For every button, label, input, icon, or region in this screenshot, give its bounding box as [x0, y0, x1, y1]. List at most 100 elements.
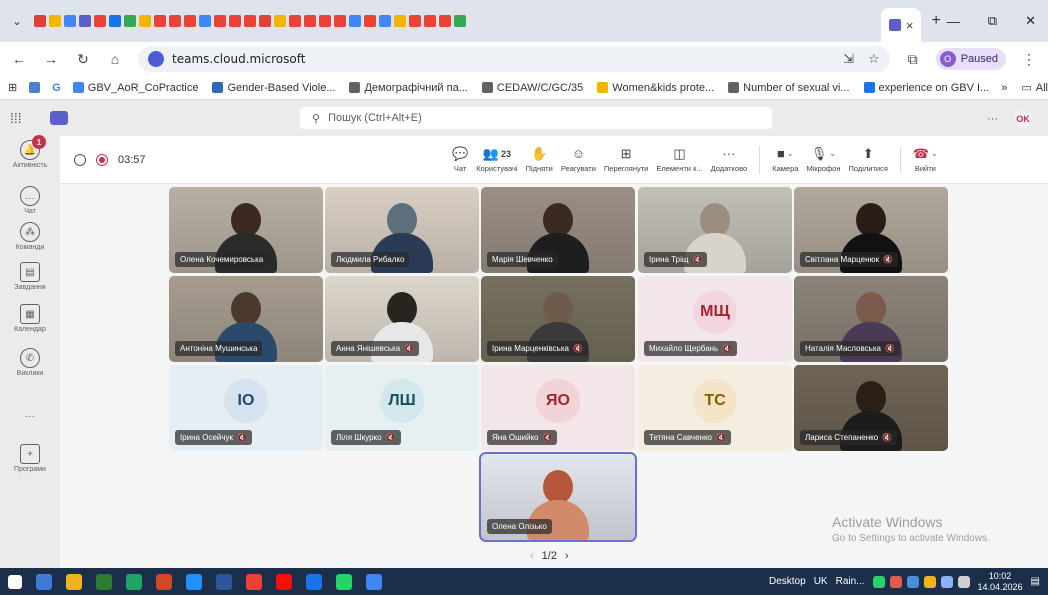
pinned-tab-icon[interactable] — [289, 15, 301, 27]
next-page-icon[interactable]: › — [565, 550, 569, 562]
bookmark-item[interactable]: Gender-Based Viole... — [212, 82, 335, 94]
tab-search-button[interactable]: ⌄ — [6, 10, 28, 32]
tray-app-icon[interactable] — [923, 575, 936, 588]
rail-item[interactable]: ··· — [0, 406, 60, 426]
pinned-tab-icon[interactable] — [424, 15, 436, 27]
participant-tile[interactable]: Світлана Марценюк 🔇 — [794, 187, 948, 273]
back-arrow-icon[interactable]: ← — [10, 51, 28, 67]
bookmark-item[interactable]: Women&kids prote... — [597, 82, 714, 94]
taskbar-app-icon[interactable] — [366, 573, 382, 590]
bookmark-item[interactable]: CEDAW/C/GC/35 — [481, 82, 583, 94]
camera-button[interactable]: ■ ⌄ Камера — [768, 140, 802, 180]
leave-button[interactable]: ☎ ⌄ Вийти — [909, 140, 942, 180]
whatsapp-tray-icon[interactable] — [872, 575, 885, 588]
pinned-tab-icon[interactable] — [304, 15, 316, 27]
bookmark-item[interactable]: experience on GBV I... — [863, 82, 989, 94]
pinned-tab-icon[interactable] — [139, 15, 151, 27]
rail-item[interactable]: … Чат — [0, 186, 60, 215]
participant-tile[interactable]: Марія Шевченко — [481, 187, 635, 273]
active-tab[interactable]: × — [880, 8, 922, 42]
taskbar-app-icon[interactable] — [126, 573, 142, 590]
desktop-toolbar[interactable]: Desktop — [769, 576, 806, 587]
taskbar-app-icon[interactable] — [246, 573, 262, 590]
react-button[interactable]: ☺ Реагувати — [557, 140, 600, 180]
participant-tile[interactable]: Антоніна Мушинська — [169, 276, 323, 362]
participant-tile[interactable]: Людмила Рибалко — [325, 187, 479, 273]
pinned-tab-icon[interactable] — [379, 15, 391, 27]
notifications-icon[interactable]: ▤ — [1031, 576, 1040, 587]
network-icon[interactable] — [940, 575, 953, 588]
taskbar-app-icon[interactable] — [186, 573, 202, 590]
browser-menu-icon[interactable]: ⋮ — [1020, 51, 1038, 68]
pinned-tab-icon[interactable] — [169, 15, 181, 27]
participant-tile[interactable]: Олена Олізько — [479, 452, 637, 542]
participant-tile[interactable]: ЯО Яна Ошийко 🔇 — [481, 365, 635, 451]
participant-tile[interactable]: ТС Тетяна Савченко 🔇 — [638, 365, 792, 451]
microphone-button[interactable]: 🎙 ⌄ Мікрофон — [802, 140, 844, 180]
chevron-down-icon[interactable]: ⌄ — [829, 147, 836, 161]
participant-tile[interactable]: Ірина Тріщ 🔇 — [638, 187, 792, 273]
extensions-icon[interactable]: ⧉ — [904, 51, 922, 68]
rail-item[interactable]: 🔔 1 Активність — [0, 135, 60, 169]
system-clock[interactable]: 10:02 14.04.2026 — [978, 571, 1023, 593]
pinned-tab-icon[interactable] — [34, 15, 46, 27]
pinned-tab-icon[interactable] — [274, 15, 286, 27]
participant-tile[interactable]: Наталія Масловська 🔇 — [794, 276, 948, 362]
participant-tile[interactable]: МЩ Михайло Щербань 🔇 — [638, 276, 792, 362]
settings-more-icon[interactable]: ··· — [987, 113, 998, 125]
pinned-tab-icon[interactable] — [364, 15, 376, 27]
pinned-tab-icon[interactable] — [184, 15, 196, 27]
people-button[interactable]: 👥 23 Користувачі — [472, 140, 521, 180]
pinned-tab-icon[interactable] — [199, 15, 211, 27]
pinned-tab-icon[interactable] — [244, 15, 256, 27]
taskbar-app-icon[interactable] — [276, 573, 292, 590]
pinned-tab-icon[interactable] — [334, 15, 346, 27]
pinned-tab-icon[interactable] — [259, 15, 271, 27]
participant-tile[interactable]: Ірина Марценківська 🔇 — [481, 276, 635, 362]
windows-start-icon[interactable] — [8, 574, 22, 589]
participant-tile[interactable]: Анна Янішевська 🔇 — [325, 276, 479, 362]
pinned-tab-icon[interactable] — [229, 15, 241, 27]
apps-grid-icon[interactable]: ⊞ — [8, 81, 17, 94]
elements-button[interactable]: ◫ Елементи к... — [652, 140, 706, 180]
pinned-tab-icon[interactable] — [79, 15, 91, 27]
rail-item[interactable]: ▤ Завдання — [0, 262, 60, 291]
search-input[interactable]: ⚲ Пошук (Ctrl+Alt+E) — [300, 107, 772, 129]
url-field[interactable]: teams.cloud.microsoft ⇲ ☆ — [138, 46, 890, 72]
pinned-tab-icon[interactable] — [409, 15, 421, 27]
pinned-tab-icon[interactable] — [454, 15, 466, 27]
all-bookmarks-button[interactable]: ▭ All Bookmarks — [1021, 81, 1048, 95]
tray-app-icon[interactable] — [889, 575, 902, 588]
bookmark-item[interactable]: Number of sexual vi... — [728, 82, 850, 94]
pinned-tab-icon[interactable] — [214, 15, 226, 27]
taskbar-app-icon[interactable] — [156, 573, 172, 590]
pinned-tab-icon[interactable] — [109, 15, 121, 27]
pinned-tab-icon[interactable] — [64, 15, 76, 27]
raise-hand-button[interactable]: ✋ Підняти — [522, 140, 557, 180]
bookmark-item[interactable]: GBV_AoR_CoPractice — [72, 82, 198, 94]
taskbar-app-icon[interactable] — [96, 573, 112, 590]
taskbar-app-icon[interactable] — [306, 573, 322, 590]
google-bookmark-icon[interactable]: G — [52, 82, 61, 94]
forward-arrow-icon[interactable]: → — [42, 51, 60, 67]
share-button[interactable]: ⬆ Поділитися — [844, 140, 891, 180]
language-indicator[interactable]: UK — [814, 576, 828, 587]
new-tab-button[interactable]: + — [931, 12, 940, 30]
close-window-button[interactable]: ✕ — [1025, 13, 1036, 29]
pinned-tab-icon[interactable] — [124, 15, 136, 27]
pinned-tab-icon[interactable] — [394, 15, 406, 27]
rail-item[interactable]: + Програми — [0, 444, 60, 473]
weather-widget[interactable]: Rain... — [836, 576, 865, 587]
close-tab-icon[interactable]: × — [906, 18, 914, 33]
bookmark-item[interactable]: Демографічний па... — [349, 82, 468, 94]
install-app-icon[interactable]: ⇲ — [843, 52, 854, 67]
view-button[interactable]: ⊞ Переглянути — [600, 140, 652, 180]
taskbar-app-icon[interactable] — [216, 573, 232, 590]
restore-button[interactable]: ⧉ — [988, 13, 997, 29]
app-launcher-icon[interactable]: ⁞⁞⁞ — [10, 110, 50, 126]
meeting-info-icon[interactable] — [74, 153, 86, 166]
chat-button[interactable]: 💬 Чат — [448, 140, 472, 180]
user-avatar[interactable]: OK — [1014, 110, 1032, 128]
site-info-icon[interactable] — [148, 51, 164, 67]
pinned-tab-icon[interactable] — [94, 15, 106, 27]
